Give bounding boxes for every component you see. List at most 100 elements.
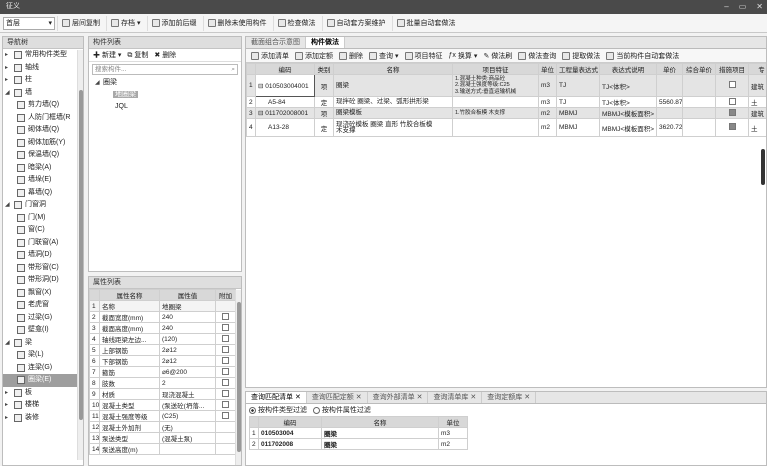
nav-item[interactable]: ▸ 装修: [3, 412, 83, 425]
checkbox[interactable]: [222, 312, 229, 320]
nav-item[interactable]: 门联窗(A): [3, 237, 83, 250]
property-row[interactable]: 4 轴线距梁左边... (120): [89, 333, 236, 345]
row-code[interactable]: A5-84: [255, 96, 315, 108]
checkbox[interactable]: [222, 389, 229, 397]
copy-component-button[interactable]: ⧉ 复制: [127, 50, 148, 60]
item-feature-button[interactable]: 项目特征: [402, 48, 446, 63]
method-row[interactable]: 3 ⊟ 011702008001 项圈梁模板 1.竹胶合板模 木支撑 m2 MBMJ MBM…: [246, 107, 766, 119]
property-value[interactable]: ⌀6@200: [159, 366, 216, 378]
expand-icon[interactable]: ▸: [5, 49, 11, 62]
nav-item[interactable]: 带形窗(C): [3, 262, 83, 275]
method-brush-button[interactable]: ✎ 做法刷: [480, 48, 515, 63]
method-query-button[interactable]: 做法查询: [515, 48, 559, 63]
collapse-icon[interactable]: ◢: [5, 87, 11, 100]
property-value[interactable]: 现浇混凝土: [159, 388, 216, 400]
delete-component-button[interactable]: ✖ 删除: [154, 50, 176, 60]
property-value[interactable]: 2⌀12: [159, 355, 216, 367]
row-code[interactable]: ⊟ 010503004001: [255, 74, 315, 97]
check-method-button[interactable]: 检查做法: [272, 15, 320, 31]
checkbox[interactable]: [222, 356, 229, 364]
property-row[interactable]: 10 混凝土类型 (泵送砼(坍落...: [89, 399, 236, 411]
query-tab[interactable]: 查询定额库 ✕: [482, 392, 537, 403]
floor-selector[interactable]: 首层: [3, 16, 55, 30]
nav-item[interactable]: 保温墙(Q): [3, 149, 83, 162]
property-row[interactable]: 8 肢数 2: [89, 377, 236, 389]
nav-item[interactable]: 墙洞(D): [3, 249, 83, 262]
checkbox[interactable]: [222, 345, 229, 353]
row-expr[interactable]: TJ: [556, 74, 600, 97]
nav-item[interactable]: 砌体加筋(Y): [3, 137, 83, 150]
nav-item[interactable]: 带形洞(D): [3, 274, 83, 287]
property-row[interactable]: 5 上部钢筋 2⌀12: [89, 344, 236, 356]
measure-checkbox[interactable]: [728, 81, 736, 88]
property-value[interactable]: 240: [159, 322, 216, 334]
nav-item[interactable]: 连梁(G): [3, 362, 83, 375]
row-expr[interactable]: MBMJ: [556, 118, 600, 137]
filter-attr-radio[interactable]: 按构件属性过滤: [312, 405, 371, 415]
nav-item[interactable]: ▸ 板: [3, 387, 83, 400]
property-value[interactable]: (泵送砼(坍落...: [159, 399, 216, 411]
checkbox[interactable]: [222, 378, 229, 386]
nav-item[interactable]: ▸ 柱: [3, 74, 83, 87]
measure-checkbox[interactable]: [728, 108, 736, 116]
property-row[interactable]: 12 混凝土外加剂 (无): [89, 421, 236, 433]
collapse-icon[interactable]: ◢: [5, 337, 11, 350]
collapse-icon[interactable]: ◢: [5, 199, 11, 212]
add-quota-button[interactable]: 添加定额: [292, 48, 336, 63]
nav-item[interactable]: 圈梁(E): [3, 374, 83, 387]
property-row[interactable]: 3 截面高度(mm) 240: [89, 322, 236, 334]
property-value[interactable]: 地圈梁: [159, 300, 216, 312]
tree-item-selected[interactable]: 地圈梁: [95, 89, 241, 101]
checkbox[interactable]: [222, 367, 229, 375]
property-row[interactable]: 11 混凝土强度等级 (C25): [89, 410, 236, 422]
row-expr[interactable]: TJ: [556, 96, 600, 108]
property-row[interactable]: 7 箍筋 ⌀6@200: [89, 366, 236, 378]
property-value[interactable]: (混凝土泵): [159, 432, 216, 444]
extract-method-button[interactable]: 提取做法: [559, 48, 603, 63]
property-value[interactable]: [159, 443, 216, 455]
query-tab[interactable]: 查询匹配定额 ✕: [307, 392, 368, 403]
nav-item[interactable]: 幕墙(Q): [3, 187, 83, 200]
query-tab[interactable]: 查询匹配清单 ✕: [246, 392, 307, 403]
checkbox[interactable]: [222, 334, 229, 342]
nav-item[interactable]: 暗梁(A): [3, 162, 83, 175]
row-code[interactable]: ⊟ 011702008001: [255, 107, 315, 119]
property-value[interactable]: (C25): [159, 410, 216, 422]
nav-item[interactable]: ◢ 墙: [3, 87, 83, 100]
convert-button[interactable]: ƒx 换算 ▾: [446, 48, 481, 63]
nav-item[interactable]: ◢ 梁: [3, 337, 83, 350]
property-row[interactable]: 9 材质 现浇混凝土: [89, 388, 236, 400]
tree-item[interactable]: JQL: [95, 101, 241, 113]
copy-floor-button[interactable]: 层间复制: [57, 15, 104, 31]
expand-icon[interactable]: ▸: [5, 62, 11, 75]
nav-item[interactable]: 砌体墙(Q): [3, 124, 83, 137]
expand-icon[interactable]: ▸: [5, 399, 11, 412]
nav-item[interactable]: 门(M): [3, 212, 83, 225]
filter-type-radio[interactable]: 按构件类型过滤: [249, 405, 307, 415]
property-row[interactable]: 6 下部钢筋 2⌀12: [89, 355, 236, 367]
batch-auto-button[interactable]: 批量自动套做法: [391, 15, 460, 31]
tab-component-method[interactable]: 构件做法: [306, 37, 345, 48]
nav-item[interactable]: 人防门框墙(R: [3, 112, 83, 125]
checkbox[interactable]: [222, 400, 229, 408]
nav-scrollbar[interactable]: [77, 50, 83, 460]
properties-scrollbar[interactable]: [235, 290, 241, 465]
nav-item[interactable]: 壁龛(I): [3, 324, 83, 337]
query-tab[interactable]: 查询外部清单 ✕: [368, 392, 429, 403]
query-button[interactable]: 查询 ▾: [366, 48, 402, 63]
expand-icon[interactable]: ▸: [5, 387, 11, 400]
nav-item[interactable]: ▸ 楼梯: [3, 399, 83, 412]
property-row[interactable]: 1 名称 地圈梁: [89, 300, 236, 312]
close-tab-icon[interactable]: ✕: [293, 394, 301, 401]
add-prefix-button[interactable]: 添加前后缀: [146, 15, 201, 31]
delete-unused-button[interactable]: 删除未使用构件: [202, 15, 271, 31]
query-row[interactable]: 1 010503004 圈梁 m3: [249, 427, 468, 439]
property-row[interactable]: 13 泵送类型 (混凝土泵): [89, 432, 236, 444]
row-code[interactable]: A13-28: [255, 118, 315, 137]
close-button[interactable]: ✕: [756, 0, 763, 14]
minimize-button[interactable]: –: [724, 0, 728, 14]
property-row[interactable]: 2 截面宽度(mm) 240: [89, 311, 236, 323]
add-list-button[interactable]: 添加清单: [248, 48, 292, 63]
expand-icon[interactable]: ▸: [5, 74, 11, 87]
close-tab-icon[interactable]: ✕: [468, 394, 476, 401]
